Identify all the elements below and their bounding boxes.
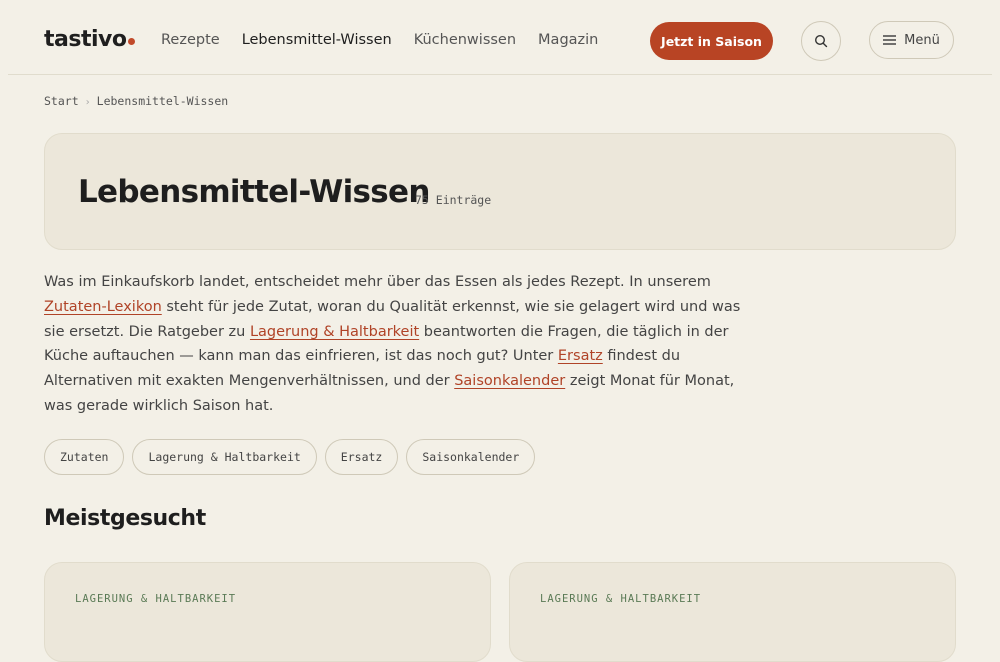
link-zutaten-lexikon[interactable]: Zutaten-Lexikon [44, 299, 162, 315]
link-ersatz[interactable]: Ersatz [558, 348, 603, 364]
logo-dot [128, 38, 136, 45]
main-nav: Rezepte Lebensmittel-Wissen Küchenwissen… [161, 32, 598, 48]
nav-lebensmittel-wissen[interactable]: Lebensmittel-Wissen [242, 32, 392, 48]
nav-kuechenwissen[interactable]: Küchenwissen [414, 32, 516, 48]
breadcrumb-separator-icon: › [84, 97, 91, 108]
chip-saisonkalender[interactable]: Saisonkalender [406, 439, 536, 475]
menu-label: Menü [904, 32, 940, 48]
intro-text: Was im Einkaufskorb landet, entscheidet … [44, 270, 764, 419]
chip-zutaten[interactable]: Zutaten [44, 439, 125, 475]
breadcrumb-current: Lebensmittel-Wissen [96, 94, 229, 108]
page-title: Lebensmittel-Wissen [78, 174, 430, 210]
chip-ersatz[interactable]: Ersatz [324, 439, 399, 475]
site-header: tastivo Rezepte Lebensmittel-Wissen Küch… [8, 0, 992, 75]
intro-text-part: Was im Einkaufskorb landet, entscheidet … [44, 274, 711, 290]
logo[interactable]: tastivo [44, 27, 136, 52]
section-title: Meistgesucht [44, 506, 206, 531]
hamburger-icon [883, 35, 897, 45]
search-button[interactable] [801, 21, 841, 61]
chip-lagerung-haltbarkeit[interactable]: Lagerung & Haltbarkeit [132, 439, 317, 475]
in-season-button[interactable]: Jetzt in Saison [650, 22, 773, 60]
category-chips: Zutaten Lagerung & Haltbarkeit Ersatz Sa… [44, 439, 536, 475]
logo-text: tastivo [44, 27, 127, 52]
breadcrumb: Start › Lebensmittel-Wissen [44, 94, 228, 108]
card-category: LAGERUNG & HALTBARKEIT [540, 593, 702, 605]
menu-button[interactable]: Menü [869, 21, 954, 59]
article-card[interactable]: LAGERUNG & HALTBARKEIT [509, 562, 956, 662]
link-lagerung-haltbarkeit[interactable]: Lagerung & Haltbarkeit [250, 324, 419, 340]
hero-box: Lebensmittel-Wissen 75 Einträge [44, 133, 956, 250]
article-card[interactable]: LAGERUNG & HALTBARKEIT [44, 562, 491, 662]
breadcrumb-home[interactable]: Start [44, 94, 79, 108]
nav-magazin[interactable]: Magazin [538, 32, 598, 48]
search-icon [814, 34, 828, 48]
link-saisonkalender[interactable]: Saisonkalender [454, 373, 565, 389]
card-category: LAGERUNG & HALTBARKEIT [75, 593, 237, 605]
nav-rezepte[interactable]: Rezepte [161, 32, 220, 48]
entry-count: 75 Einträge [415, 193, 492, 207]
